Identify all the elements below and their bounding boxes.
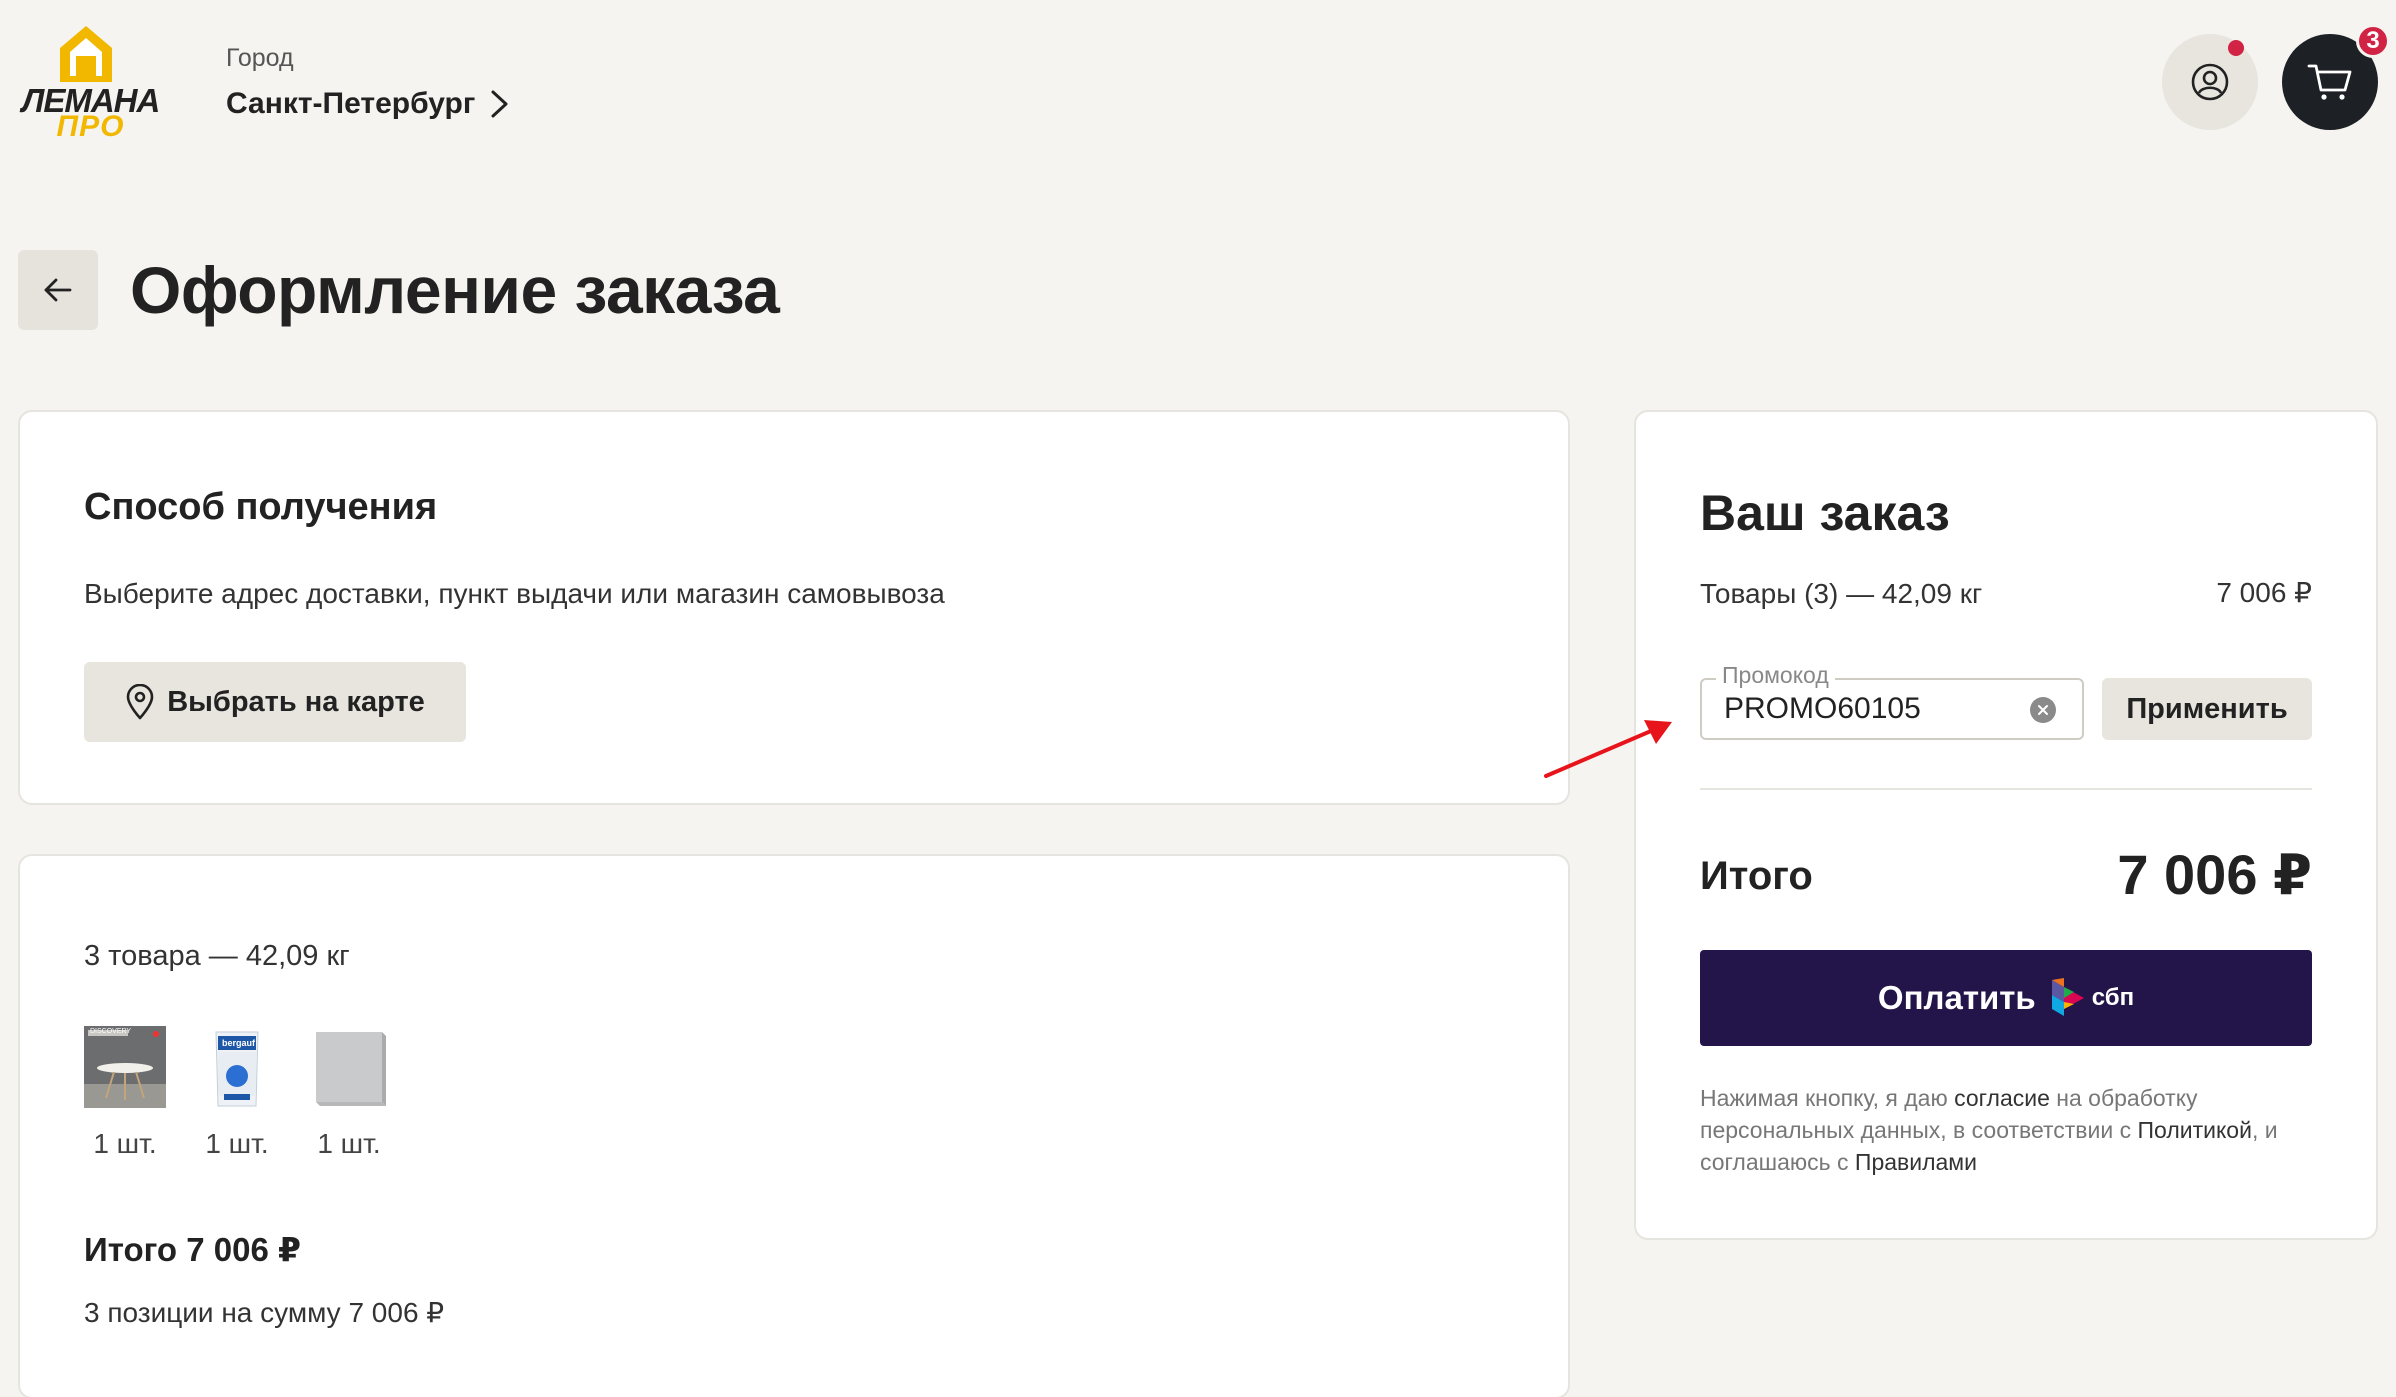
item-thumbnail[interactable]: bergauf 1 шт. [196, 1026, 278, 1160]
thumb-brand-text: bergauf [222, 1038, 256, 1048]
map-pin-icon [126, 684, 154, 720]
promo-code-input[interactable] [1724, 692, 2024, 726]
order-divider [1700, 788, 2312, 790]
item-quantity: 1 шт. [93, 1128, 157, 1159]
notification-dot [2228, 40, 2244, 56]
order-total-label: Итого [1700, 854, 1813, 898]
pay-button-label: Оплатить [1877, 979, 2036, 1016]
profile-button[interactable] [2162, 34, 2258, 130]
policy-link[interactable]: Политикой [2138, 1117, 2252, 1143]
bag-product-image: bergauf [196, 1026, 278, 1108]
sbp-logo: сбп [2050, 976, 2134, 1020]
items-summary: 3 товара — 42,09 кг [84, 940, 350, 972]
order-title: Ваш заказ [1700, 485, 1950, 541]
sbp-icon [2051, 978, 2084, 1016]
items-total: Итого 7 006 ₽ [84, 1231, 301, 1268]
house-logo-icon [60, 26, 112, 82]
delivery-method-card: Способ получения Выберите адрес доставки… [18, 410, 1570, 805]
promo-code-label: Промокод [1716, 662, 1835, 688]
sbp-label: сбп [2091, 984, 2135, 1011]
items-positions-sum: 3 позиции на сумму 7 006 ₽ [84, 1297, 445, 1328]
city-value[interactable]: Санкт-Петербург [226, 87, 511, 121]
order-goods-sum: 7 006 ₽ [2216, 577, 2312, 608]
delivery-title: Способ получения [84, 486, 438, 528]
pay-button[interactable]: Оплатить сбп [1700, 950, 2312, 1046]
user-icon [2191, 63, 2229, 101]
chevron-right-icon [491, 90, 508, 118]
choose-on-map-button[interactable]: Выбрать на карте [84, 662, 466, 742]
delivery-description: Выберите адрес доставки, пункт выдачи ил… [84, 578, 945, 609]
order-goods-label: Товары (3) — 42,09 кг [1700, 578, 1983, 609]
clear-input-icon[interactable] [2030, 697, 2056, 723]
city-label: Город [226, 44, 294, 72]
back-button[interactable] [18, 250, 98, 330]
arrow-left-icon [44, 278, 72, 302]
annotation-arrow-icon [1544, 720, 1672, 778]
promo-code-field[interactable]: Промокод [1700, 662, 2084, 740]
page-title: Оформление заказа [130, 253, 780, 327]
item-quantity: 1 шт. [317, 1128, 381, 1159]
rules-link[interactable]: Правилами [1855, 1149, 1977, 1175]
consent-part: Нажимая кнопку, я даю [1700, 1085, 1955, 1111]
cart-items-card: 3 товара — 42,09 кг DISCOVERY 1 шт. berg… [18, 854, 1570, 1397]
table-product-image: DISCOVERY [84, 1026, 166, 1108]
choose-on-map-label: Выбрать на карте [167, 685, 425, 718]
city-name: Санкт-Петербург [226, 87, 476, 120]
logo-text-bottom: ПРО [56, 110, 125, 143]
lemana-pro-logo[interactable]: ЛЕМАНА ПРО [18, 26, 163, 143]
order-total-value: 7 006 ₽ [2117, 843, 2312, 906]
item-quantity: 1 шт. [205, 1128, 269, 1159]
apply-promo-button[interactable]: Применить [2102, 678, 2312, 740]
item-thumbnail[interactable]: DISCOVERY 1 шт. [84, 1026, 166, 1160]
item-thumbnails: DISCOVERY 1 шт. bergauf 1 шт. 1 шт. [84, 1026, 390, 1160]
cart-count-badge: 3 [2356, 24, 2390, 58]
checkout-page: ЛЕМАНА ПРО Город Санкт-Петербург 3 Оформ… [0, 0, 2396, 1397]
consent-link[interactable]: согласие [1954, 1085, 2050, 1111]
thumb-brand-text: DISCOVERY [90, 1028, 132, 1035]
item-thumbnail[interactable]: 1 шт. [308, 1026, 390, 1160]
order-summary-card: Ваш заказ Товары (3) — 42,09 кг 7 006 ₽ … [1634, 410, 2378, 1240]
panel-product-image [308, 1026, 390, 1108]
consent-text: Нажимая кнопку, я даю согласие на обрабо… [1700, 1082, 2312, 1178]
cart-icon [2307, 64, 2352, 100]
city-selector[interactable]: Город Санкт-Петербург [226, 44, 511, 121]
